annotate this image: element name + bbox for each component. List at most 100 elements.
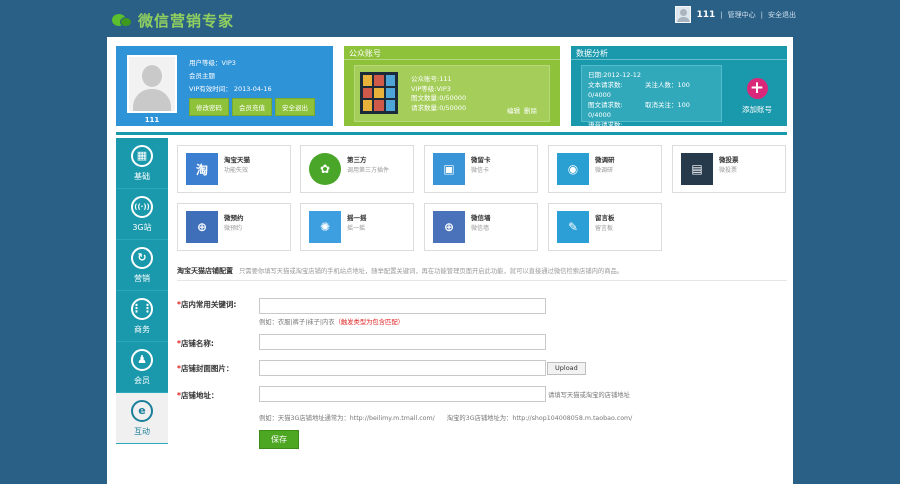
refresh-icon: ↻ xyxy=(131,246,153,269)
tile-subtitle: 留言板 xyxy=(595,225,614,232)
tile-taobao-tmall[interactable]: 淘 淘宝天猫 功能失效 xyxy=(177,145,291,193)
shop-name-input[interactable] xyxy=(259,334,546,350)
tile-title: 微预约 xyxy=(224,214,244,222)
top-user-bar: 111 | 管理中心 | 安全退出 xyxy=(675,6,796,23)
sidebar-item-label: 营销 xyxy=(134,273,150,283)
sidebar-item-label: 会员 xyxy=(134,375,150,385)
tile-shake[interactable]: ✺ 摇一摇 摇一摇 xyxy=(300,203,414,251)
tile-subtitle: 功能失效 xyxy=(224,167,249,174)
save-button[interactable]: 保存 xyxy=(259,430,299,449)
sidebar-item-basic[interactable]: ▦ 基础 xyxy=(116,138,168,189)
vip-expire: VIP有效时间： 2013-04-16 xyxy=(189,85,272,93)
sidebar-item-marketing[interactable]: ↻ 营销 xyxy=(116,240,168,291)
tile-title: 第三方 xyxy=(347,156,367,164)
location-plus-icon: ⊕ xyxy=(186,211,218,243)
plus-icon: + xyxy=(746,78,768,99)
tile-subtitle: 微预约 xyxy=(224,225,243,232)
tile-vote[interactable]: ▤ 微投票 微投票 xyxy=(672,145,786,193)
sidebar: ▦ 基础 ((·)) 3G站 ↻ 营销 ⋮⋮ 商务 ♟ 会员 e 互动 xyxy=(116,138,168,444)
account-actions: 编辑 删除 xyxy=(507,105,537,115)
card-title: 公众账号 xyxy=(344,46,560,60)
config-title: 淘宝天猫店铺配置 xyxy=(177,267,233,275)
tile-subtitle: 微信墙 xyxy=(471,225,490,232)
article-count: 图文数量:0/50000 xyxy=(411,94,467,102)
change-password-button[interactable]: 修改密码 xyxy=(189,98,229,116)
card-icon: ▣ xyxy=(433,153,465,185)
account-level: VIP等级:VIP3 xyxy=(411,84,451,93)
config-header: 淘宝天猫店铺配置 只需要你填写天猫或淘宝店铺的手机站点地址，随举配置关键词，再在功… xyxy=(177,266,623,276)
stat-article-requests: 图文请求数: 0/4000 xyxy=(588,101,623,119)
request-count: 请求数量:0/50000 xyxy=(411,103,467,112)
sidebar-item-member[interactable]: ♟ 会员 xyxy=(116,342,168,393)
keyword-label: *店内常用关键词: xyxy=(177,300,237,309)
tile-third-party[interactable]: ✿ 第三方 调用第三方插件 xyxy=(300,145,414,193)
tile-title: 留言板 xyxy=(595,214,615,222)
app-logo[interactable]: 微信营销专家 xyxy=(112,10,234,31)
shop-address-input[interactable] xyxy=(259,386,546,402)
keyword-input[interactable] xyxy=(259,298,546,314)
logout-button[interactable]: 安全退出 xyxy=(275,98,315,116)
keyword-hint: 例如：衣服|裤子|袜子|内衣（触发类型为包含匹配） xyxy=(259,319,404,326)
list-icon: ▤ xyxy=(681,153,713,185)
tile-subtitle: 摇一摇 xyxy=(347,225,366,232)
sidebar-item-interaction[interactable]: e 互动 xyxy=(116,393,168,444)
user-name: 111 xyxy=(144,116,160,124)
wechat-logo-icon xyxy=(112,12,134,30)
stat-voice-requests: 语音请求数: 0/4000 xyxy=(588,121,623,139)
user-info: 用户等级：VIP3 会员主题 VIP有效时间： 2013-04-16 xyxy=(189,57,272,96)
data-analysis-card: 数据分析 日期:2012-12-12 文本请求数: 0/4000 关注人数：10… xyxy=(571,46,787,139)
shop-address-label: *店铺地址： xyxy=(177,391,219,400)
tile-reservation[interactable]: ⊕ 微预约 微预约 xyxy=(177,203,291,251)
user-avatar[interactable] xyxy=(127,55,177,113)
flower-icon: ✿ xyxy=(309,153,341,185)
tile-message-board[interactable]: ✎ 留言板 留言板 xyxy=(548,203,662,251)
separator: | xyxy=(760,10,763,19)
tile-wechat-card[interactable]: ▣ 微留卡 微信卡 xyxy=(424,145,538,193)
admin-center-link[interactable]: 管理中心 xyxy=(728,10,756,20)
tile-title: 微调研 xyxy=(595,156,615,164)
user-role: 会员主题 xyxy=(189,72,215,80)
stat-unfollows: 取消关注：100 xyxy=(645,101,690,109)
address-hint: 请填写天猫或淘宝的店铺地址 xyxy=(548,392,630,399)
sidebar-item-3g-site[interactable]: ((·)) 3G站 xyxy=(116,189,168,240)
card-title: 数据分析 xyxy=(571,46,787,60)
upload-button[interactable]: Upload xyxy=(547,362,586,375)
separator: | xyxy=(720,10,723,19)
grid-icon: ▦ xyxy=(131,144,153,167)
tile-subtitle: 微投票 xyxy=(719,167,738,174)
account-thumbnail xyxy=(360,72,398,114)
sidebar-item-business[interactable]: ⋮⋮ 商务 xyxy=(116,291,168,342)
user-card: 111 用户等级：VIP3 会员主题 VIP有效时间： 2013-04-16 修… xyxy=(116,46,333,126)
tile-survey[interactable]: ◉ 微调研 微调研 xyxy=(548,145,662,193)
cover-image-input[interactable] xyxy=(259,360,546,376)
add-account-button[interactable]: + 添加账号 xyxy=(737,78,777,115)
recharge-button[interactable]: 会员充值 xyxy=(232,98,272,116)
match-type-warning: （触发类型为包含匹配） xyxy=(334,319,404,326)
user-actions: 修改密码 会员充值 安全退出 xyxy=(189,98,315,116)
edit-icon: ✎ xyxy=(557,211,589,243)
stat-text-requests: 文本请求数: 0/4000 xyxy=(588,81,623,99)
delete-link[interactable]: 删除 xyxy=(524,105,537,115)
tile-title: 微投票 xyxy=(719,156,739,164)
location-pin-icon: ◉ xyxy=(557,153,589,185)
stats-date: 日期:2012-12-12 xyxy=(588,71,641,79)
tile-title: 微留卡 xyxy=(471,156,491,164)
divider xyxy=(116,132,787,135)
signal-icon: ((·)) xyxy=(131,195,153,218)
stats-box: 日期:2012-12-12 文本请求数: 0/4000 关注人数：100 图文请… xyxy=(581,65,722,139)
avatar[interactable] xyxy=(675,6,692,23)
taobao-icon: 淘 xyxy=(186,153,218,185)
divider xyxy=(177,280,787,281)
tile-wechat-wall[interactable]: ⊕ 微信墙 微信墙 xyxy=(424,203,538,251)
logout-link[interactable]: 安全退出 xyxy=(768,10,796,20)
main-panel: 111 用户等级：VIP3 会员主题 VIP有效时间： 2013-04-16 修… xyxy=(107,37,793,484)
stat-empty xyxy=(645,120,715,140)
sidebar-item-label: 基础 xyxy=(134,171,150,181)
username[interactable]: 111 xyxy=(696,10,715,20)
account-box: 公众账号:111 VIP等级:VIP3 图文数量:0/50000 请求数量:0/… xyxy=(354,65,550,122)
edit-link[interactable]: 编辑 xyxy=(507,105,520,115)
logo-text: 微信营销专家 xyxy=(138,12,235,30)
sidebar-item-label: 商务 xyxy=(134,324,150,334)
cover-image-label: *店铺封面图片： xyxy=(177,364,234,373)
stats-grid: 文本请求数: 0/4000 关注人数：100 图文请求数: 0/4000 取消关… xyxy=(588,80,715,140)
